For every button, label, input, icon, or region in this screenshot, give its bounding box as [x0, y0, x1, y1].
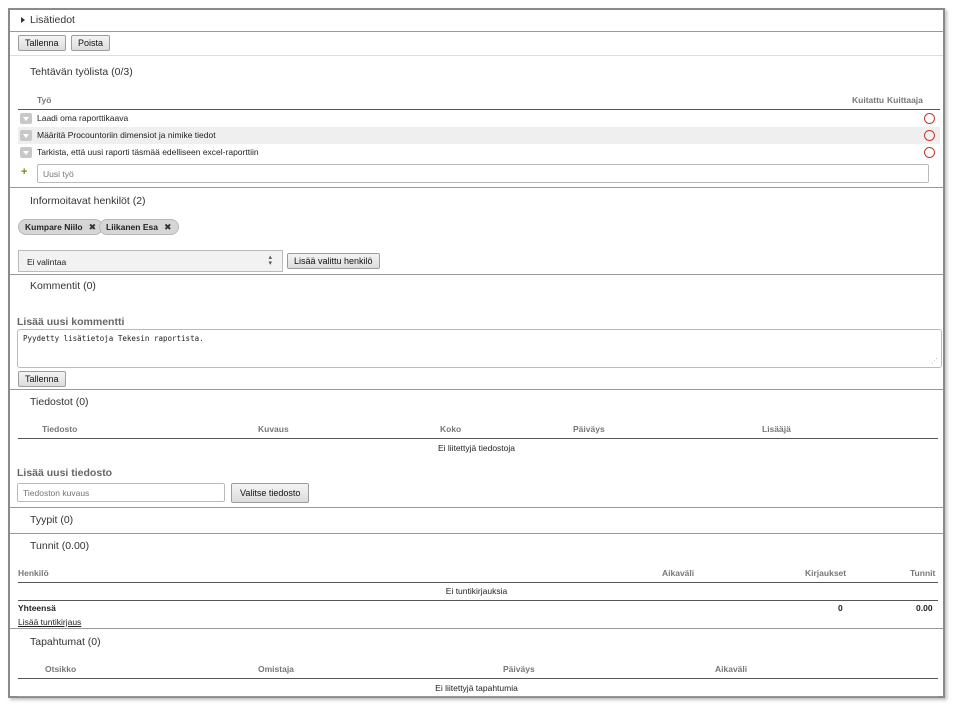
acknowledge-circle-icon[interactable]: [924, 147, 935, 158]
choose-file-button[interactable]: Valitse tiedosto: [231, 483, 310, 503]
files-col-adder: Lisääjä: [762, 424, 791, 434]
comment-textarea[interactable]: Pyydetty lisätietoja Tekesin raportista.: [17, 329, 942, 368]
worklist-col-work: Työ: [37, 95, 52, 105]
select-arrows-icon: ▴ ▾: [268, 254, 272, 267]
hours-col-interval: Aikaväli: [662, 568, 695, 578]
events-col-owner: Omistaja: [258, 664, 294, 674]
files-col-size: Koko: [440, 424, 462, 434]
task-toggle-icon[interactable]: [20, 147, 32, 158]
events-col-date: Päiväys: [503, 664, 535, 674]
task-toggle-icon[interactable]: [20, 130, 32, 141]
files-col-date: Päiväys: [573, 424, 605, 434]
informed-title: Informoitavat henkilöt (2): [30, 195, 146, 207]
files-title: Tiedostot (0): [30, 396, 89, 408]
add-hour-entry-link[interactable]: Lisää tuntikirjaus: [18, 617, 81, 627]
files-empty-message: Ei liitettyjä tiedostoja: [437, 443, 515, 453]
task-row: Tarkista, että uusi raporti täsmää edell…: [18, 144, 940, 161]
add-person-button[interactable]: Lisää valittu henkilö: [287, 253, 380, 269]
save-button[interactable]: Tallenna: [18, 35, 66, 51]
task-label: Laadi oma raporttikaava: [37, 113, 129, 123]
hours-col-hours: Tunnit: [910, 568, 936, 578]
files-col-description: Kuvaus: [258, 424, 289, 434]
worklist-col-acknowledger: Kuittaaja: [887, 95, 923, 105]
hours-total-hours: 0.00: [916, 603, 933, 613]
task-row: Laadi oma raporttikaava: [18, 110, 940, 127]
file-description-input[interactable]: [17, 483, 225, 502]
task-label: Määritä Procountoriin dimensiot ja nimik…: [37, 130, 216, 140]
add-file-heading: Lisää uusi tiedosto: [17, 467, 113, 479]
comments-title: Kommentit (0): [30, 280, 96, 292]
person-tag-name: Liikanen Esa: [106, 222, 158, 232]
hours-total-entries: 0: [838, 603, 843, 613]
add-comment-heading: Lisää uusi kommentti: [17, 316, 125, 328]
task-row: Määritä Procountoriin dimensiot ja nimik…: [18, 127, 940, 144]
person-tag: Kumpare Niilo ✖: [18, 219, 104, 235]
new-task-input[interactable]: [37, 164, 929, 183]
resize-grip-icon[interactable]: ⋰: [931, 357, 938, 365]
types-title[interactable]: Tyypit (0): [30, 514, 73, 526]
person-tag: Liikanen Esa ✖: [99, 219, 179, 235]
person-tag-name: Kumpare Niilo: [25, 222, 83, 232]
acknowledge-circle-icon[interactable]: [924, 113, 935, 124]
events-col-title: Otsikko: [45, 664, 77, 674]
hours-title: Tunnit (0.00): [30, 540, 90, 552]
hours-col-entries: Kirjaukset: [805, 568, 847, 578]
worklist-title: Tehtävän työlista (0/3): [30, 66, 133, 78]
events-title: Tapahtumat (0): [30, 636, 101, 648]
remove-person-icon[interactable]: ✖: [164, 222, 172, 233]
hours-total-label: Yhteensä: [18, 603, 56, 613]
details-panel: Lisätiedot Tallenna Poista Tehtävän työl…: [8, 8, 945, 698]
events-empty-message: Ei liitettyjä tapahtumia: [435, 683, 518, 693]
files-col-file: Tiedosto: [42, 424, 78, 434]
hours-col-person: Henkilö: [18, 568, 49, 578]
add-task-plus-icon[interactable]: +: [21, 166, 27, 178]
comment-save-button[interactable]: Tallenna: [18, 371, 66, 387]
task-label: Tarkista, että uusi raporti täsmää edell…: [37, 147, 259, 157]
delete-button[interactable]: Poista: [71, 35, 111, 51]
person-select[interactable]: Ei valintaa ▴ ▾: [18, 250, 283, 272]
expand-caret-icon[interactable]: [21, 17, 25, 23]
acknowledge-circle-icon[interactable]: [924, 130, 935, 141]
worklist-col-acknowledged: Kuitattu: [852, 95, 885, 105]
panel-title[interactable]: Lisätiedot: [30, 14, 75, 26]
person-select-value: Ei valintaa: [27, 257, 67, 267]
remove-person-icon[interactable]: ✖: [89, 222, 97, 233]
events-col-interval: Aikaväli: [715, 664, 748, 674]
hours-empty-message: Ei tuntikirjauksia: [445, 586, 508, 596]
task-toggle-icon[interactable]: [20, 113, 32, 124]
